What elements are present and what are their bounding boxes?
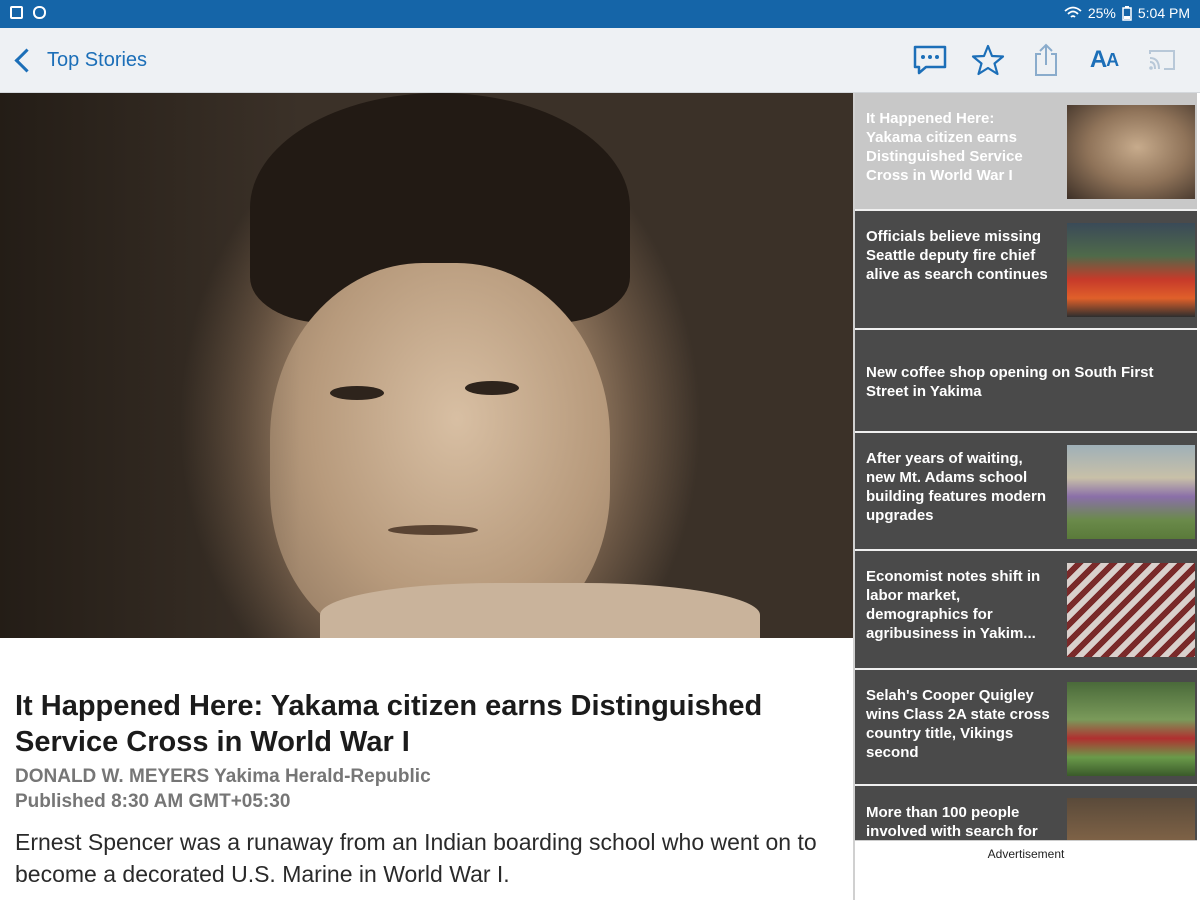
sidebar-story[interactable]: Economist notes shift in labor market, d…	[855, 551, 1197, 670]
text-size-large-a: A	[1089, 46, 1107, 73]
sidebar-story[interactable]: It Happened Here: Yakama citizen earns D…	[855, 93, 1197, 211]
article-hero-image	[0, 93, 853, 638]
cast-notification-icon	[33, 6, 46, 19]
share-button[interactable]	[1026, 40, 1066, 80]
back-button[interactable]: Top Stories	[10, 42, 147, 78]
text-size-button[interactable]: AA	[1084, 40, 1124, 80]
text-size-small-a: A	[1106, 49, 1119, 70]
story-thumbnail	[1067, 105, 1195, 199]
star-icon	[971, 44, 1005, 76]
share-icon	[1035, 43, 1057, 76]
article-body: Ernest Spencer was a runaway from an Ind…	[15, 829, 817, 887]
wifi-icon	[1064, 6, 1082, 18]
article-byline: DONALD W. MEYERS Yakima Herald-Republic	[15, 766, 431, 787]
sidebar-story-title: More than 100 people involved with searc…	[866, 804, 1038, 840]
story-sidebar[interactable]: It Happened Here: Yakama citizen earns D…	[855, 93, 1197, 840]
clock: 5:04 PM	[1137, 5, 1190, 21]
sidebar-story-title: Officials believe missing Seattle deputy…	[866, 228, 1048, 283]
gallery-notification-icon	[10, 6, 23, 19]
chevron-left-icon	[14, 47, 39, 73]
article-content: It Happened Here: Yakama citizen earns D…	[15, 640, 845, 890]
article-published-date: Published 8:30 AM GMT+05:30	[15, 791, 291, 812]
favorite-button[interactable]	[968, 40, 1008, 80]
advertisement-area[interactable]: Advertisement	[855, 840, 1197, 901]
comments-button[interactable]	[910, 40, 950, 80]
sidebar-story[interactable]: New coffee shop opening on South First S…	[855, 330, 1197, 433]
cast-icon	[1149, 50, 1175, 70]
comment-icon	[913, 45, 947, 75]
battery-icon	[1122, 5, 1132, 21]
sidebar-story[interactable]: More than 100 people involved with searc…	[855, 786, 1197, 840]
story-thumbnail	[1067, 445, 1195, 539]
story-thumbnail	[1067, 798, 1195, 840]
battery-percent: 25%	[1087, 5, 1116, 21]
sidebar-story-title: It Happened Here: Yakama citizen earns D…	[866, 110, 1023, 184]
story-thumbnail	[1067, 223, 1195, 317]
app-bar: Top Stories AA	[0, 28, 1200, 93]
sidebar-story-title: New coffee shop opening on South First S…	[866, 364, 1154, 400]
article-headline: It Happened Here: Yakama citizen earns D…	[15, 690, 763, 758]
sidebar-story[interactable]: After years of waiting, new Mt. Adams sc…	[855, 433, 1197, 551]
sidebar-story-title: Economist notes shift in labor market, d…	[866, 568, 1041, 642]
cast-button[interactable]	[1142, 40, 1182, 80]
sidebar-story[interactable]: Officials believe missing Seattle deputy…	[855, 211, 1197, 330]
story-thumbnail	[1067, 682, 1195, 776]
sidebar-story-title: After years of waiting, new Mt. Adams sc…	[866, 450, 1047, 524]
sidebar-story-title: Selah's Cooper Quigley wins Class 2A sta…	[866, 687, 1050, 761]
sidebar-story[interactable]: Selah's Cooper Quigley wins Class 2A sta…	[855, 670, 1197, 786]
back-label: Top Stories	[47, 48, 148, 71]
status-bar: 25% 5:04 PM	[0, 0, 1200, 28]
advertisement-label: Advertisement	[987, 847, 1065, 861]
story-thumbnail	[1067, 563, 1195, 657]
